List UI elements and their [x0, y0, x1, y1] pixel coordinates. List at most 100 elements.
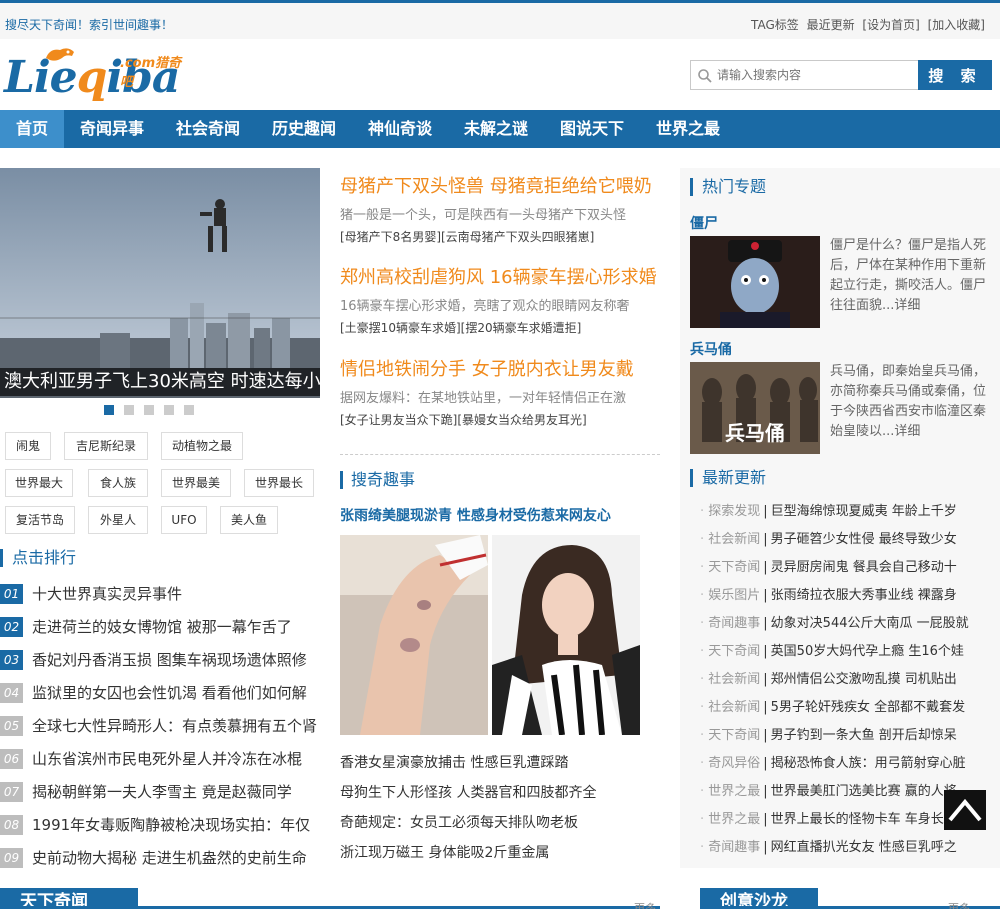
list-item[interactable]: 浙江现万磁王 身体能吸2斤重金属 — [340, 840, 660, 870]
list-item[interactable]: 01 十大世界真实灵异事件 — [0, 577, 320, 610]
list-item[interactable]: · 奇闻趣事 | 网红直播扒光女友 性感巨乳呼之 — [700, 836, 1000, 864]
tag-item[interactable]: 世界最美 — [161, 469, 231, 497]
news-category[interactable]: 社会新闻 — [708, 700, 760, 715]
news-category[interactable]: 奇闻趣事 — [708, 616, 760, 631]
article-related[interactable]: [女子让男友当众下跪][暴嫚女当众给男友耳光] — [340, 411, 660, 428]
list-item[interactable]: 05 全球七大性异畸形人：有点羡慕拥有五个肾 — [0, 709, 320, 742]
list-item[interactable]: · 天下奇闻 | 男子钓到一条大鱼 剖开后却惊呆 — [700, 724, 1000, 752]
search-button[interactable]: 搜 索 — [918, 60, 992, 90]
article-related[interactable]: [土豪摆10辆豪车求婚][摆20辆豪车求婚遭拒] — [340, 319, 660, 336]
tag-item[interactable]: 食人族 — [88, 469, 148, 497]
list-item[interactable]: · 奇闻趣事 | 幼象对决544公斤大南瓜 一屁股就 — [700, 612, 1000, 640]
tag-item[interactable]: 复活节岛 — [5, 506, 75, 534]
news-category[interactable]: 天下奇闻 — [708, 644, 760, 659]
featured-slider[interactable]: 澳大利亚男子飞上30米高空 时速达每小时 — [0, 168, 320, 398]
article-title[interactable]: 母猪产下双头怪兽 母猪竟拒绝给它喂奶 — [340, 172, 660, 198]
list-item[interactable]: 02 走进荷兰的妓女博物馆 被那一幕乍舌了 — [0, 610, 320, 643]
news-title[interactable]: 郑州情侣公交激吻乱摸 司机贴出 — [771, 672, 957, 687]
nav-item-strange-events[interactable]: 奇闻异事 — [64, 110, 160, 148]
slider-caption[interactable]: 澳大利亚男子飞上30米高空 时速达每小时 — [0, 368, 320, 396]
article-title[interactable]: 郑州高校刮虐狗风 16辆豪车摆心形求婚 — [340, 263, 660, 289]
news-title[interactable]: 张雨绮拉衣服大秀事业线 裸露身 — [771, 588, 957, 603]
list-item[interactable]: 奇葩规定：女员工必须每天排队吻老板 — [340, 810, 660, 840]
search-input[interactable] — [717, 65, 913, 85]
list-item[interactable]: 母狗生下人形怪孩 人类器官和四肢都齐全 — [340, 780, 660, 810]
more-link[interactable]: 更多 — [948, 900, 970, 909]
nav-item-home[interactable]: 首页 — [0, 110, 64, 148]
news-category[interactable]: 娱乐图片 — [708, 588, 760, 603]
news-title[interactable]: 世界上最长的怪物卡车 车身长达 — [771, 812, 957, 827]
news-category[interactable]: 世界之最 — [708, 784, 760, 799]
news-category[interactable]: 奇闻趣事 — [708, 840, 760, 855]
list-item[interactable]: · 天下奇闻 | 灵异厨房闹鬼 餐具会自己移动十 — [700, 556, 1000, 584]
news-title[interactable]: 巨型海绵惊现夏威夷 年龄上千岁 — [771, 504, 957, 519]
tag-item[interactable]: 外星人 — [88, 506, 148, 534]
list-item[interactable]: 03 香妃刘丹香消玉损 图集车祸现场遗体照修 — [0, 643, 320, 676]
slider-dot[interactable] — [184, 405, 194, 415]
nav-item-social-news[interactable]: 社会奇闻 — [160, 110, 256, 148]
set-homepage-link[interactable]: [设为首页] — [862, 18, 919, 32]
news-title[interactable]: 5男子轮奸残疾女 全部都不戴套发 — [771, 700, 965, 715]
leg-photo[interactable] — [340, 535, 488, 735]
sqqs-headline[interactable]: 张雨绮美腿现淤青 性感身材受伤惹来网友心 — [340, 505, 611, 525]
list-item[interactable]: 香港女星演豪放捕击 性感巨乳遭踩踏 — [340, 750, 660, 780]
news-category[interactable]: 天下奇闻 — [708, 728, 760, 743]
list-item[interactable]: · 社会新闻 | 男子砸笤少女性侵 最终导致少女 — [700, 528, 1000, 556]
news-category[interactable]: 探索发现 — [708, 504, 760, 519]
news-title[interactable]: 世界最美肛门选美比赛 赢的人将 — [771, 784, 957, 799]
news-title[interactable]: 网红直播扒光女友 性感巨乳呼之 — [771, 840, 957, 855]
slider-dot[interactable] — [144, 405, 154, 415]
list-item[interactable]: · 社会新闻 | 5男子轮奸残疾女 全部都不戴套发 — [700, 696, 1000, 724]
tag-link[interactable]: TAG标签 — [751, 18, 799, 32]
list-item[interactable]: 08 1991年女毒贩陶静被枪决现场实拍：年仅 — [0, 808, 320, 841]
news-title[interactable]: 灵异厨房闹鬼 餐具会自己移动十 — [771, 560, 957, 575]
nav-item-myths[interactable]: 神仙奇谈 — [352, 110, 448, 148]
topic-name[interactable]: 兵马俑 — [690, 339, 732, 359]
more-link[interactable]: 更多 — [634, 900, 656, 909]
tag-item[interactable]: UFO — [161, 506, 207, 534]
slider-dot[interactable] — [124, 405, 134, 415]
news-title[interactable]: 揭秘恐怖食人族：用弓箭射穿心脏 — [771, 756, 966, 771]
portrait-photo[interactable] — [492, 535, 640, 735]
topic-desc: 僵尸是什么？僵尸是指人死后，尸体在某种作用下重新起立行走，撕咬活人。僵尸往往面貌… — [830, 238, 987, 313]
article-related[interactable]: [母猪产下8名男婴][云南母猪产下双头四眼猪崽] — [340, 228, 660, 245]
list-item[interactable]: · 探索发现 | 巨型海绵惊现夏威夷 年龄上千岁 — [700, 500, 1000, 528]
list-item[interactable]: 07 揭秘朝鲜第一夫人李雪主 竟是赵薇同学 — [0, 775, 320, 808]
site-logo[interactable]: Lieqiba .com猎奇吧 — [2, 44, 182, 104]
news-category[interactable]: 世界之最 — [708, 812, 760, 827]
recent-update-link[interactable]: 最近更新 — [807, 18, 855, 32]
list-item[interactable]: 06 山东省滨州市民电死外星人并冷冻在冰棍 — [0, 742, 320, 775]
nav-item-history[interactable]: 历史趣闻 — [256, 110, 352, 148]
nav-item-mysteries[interactable]: 未解之谜 — [448, 110, 544, 148]
zombie-image[interactable] — [690, 236, 820, 328]
list-item[interactable]: · 天下奇闻 | 英国50岁大妈代孕上瘾 生16个娃 — [700, 640, 1000, 668]
news-category[interactable]: 社会新闻 — [708, 532, 760, 547]
news-title[interactable]: 男子钓到一条大鱼 剖开后却惊呆 — [771, 728, 957, 743]
topic-name[interactable]: 僵尸 — [690, 213, 718, 233]
add-favorite-link[interactable]: [加入收藏] — [928, 18, 985, 32]
slider-dot[interactable] — [104, 405, 114, 415]
nav-item-pictures[interactable]: 图说天下 — [544, 110, 640, 148]
tag-item[interactable]: 闹鬼 — [5, 432, 51, 460]
news-title[interactable]: 男子砸笤少女性侵 最终导致少女 — [771, 532, 957, 547]
news-category[interactable]: 天下奇闻 — [708, 560, 760, 575]
news-title[interactable]: 英国50岁大妈代孕上瘾 生16个娃 — [771, 644, 964, 659]
news-title[interactable]: 幼象对决544公斤大南瓜 一屁股就 — [771, 616, 969, 631]
tag-item[interactable]: 动植物之最 — [161, 432, 243, 460]
tag-item[interactable]: 吉尼斯纪录 — [64, 432, 148, 460]
tag-item[interactable]: 世界最长 — [244, 469, 314, 497]
list-item[interactable]: · 社会新闻 | 郑州情侣公交激吻乱摸 司机贴出 — [700, 668, 1000, 696]
article-title[interactable]: 情侣地铁闹分手 女子脱内衣让男友戴 — [340, 355, 660, 381]
terracotta-image[interactable]: 兵马俑 — [690, 362, 820, 454]
tag-item[interactable]: 美人鱼 — [220, 506, 278, 534]
slider-dot[interactable] — [164, 405, 174, 415]
list-item[interactable]: · 奇风异俗 | 揭秘恐怖食人族：用弓箭射穿心脏 — [700, 752, 1000, 780]
tag-item[interactable]: 世界最大 — [5, 469, 73, 497]
list-item[interactable]: 09 史前动物大揭秘 走进生机盎然的史前生命 — [0, 841, 320, 874]
nav-item-world-records[interactable]: 世界之最 — [640, 110, 736, 148]
list-item[interactable]: · 娱乐图片 | 张雨绮拉衣服大秀事业线 裸露身 — [700, 584, 1000, 612]
list-item[interactable]: 04 监狱里的女囚也会性饥渴 看看他们如何解 — [0, 676, 320, 709]
news-category[interactable]: 奇风异俗 — [708, 756, 760, 771]
news-category[interactable]: 社会新闻 — [708, 672, 760, 687]
back-to-top-button[interactable] — [944, 790, 986, 830]
